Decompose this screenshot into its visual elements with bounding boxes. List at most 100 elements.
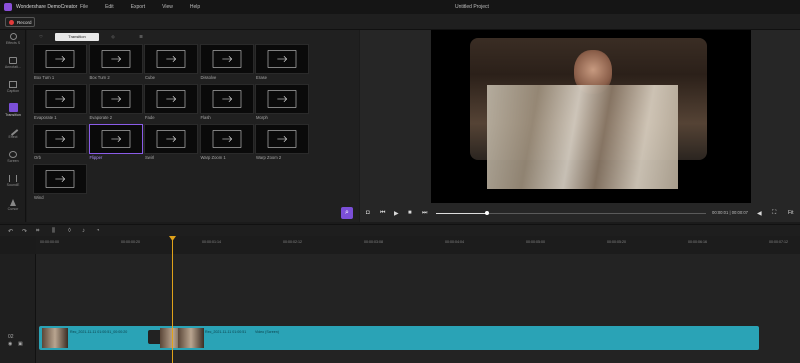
- transition-thumb-fade[interactable]: [144, 84, 198, 114]
- crop-icon[interactable]: ⌗: [36, 228, 39, 235]
- transition-preview-icon: [267, 90, 297, 108]
- zoom-icon[interactable]: ⌕: [341, 207, 353, 219]
- sidebar-item-effect[interactable]: Effect: [0, 124, 26, 146]
- transition-thumb-orb[interactable]: [33, 124, 87, 154]
- ruler-tick-label: 00:00:02:12: [283, 240, 302, 244]
- transition-icon: [8, 103, 18, 112]
- scrubber-fill: [436, 213, 488, 214]
- transition-label: Warp Zoom 2: [256, 155, 282, 160]
- menu-file[interactable]: File: [80, 4, 88, 10]
- ruler-tick-label: 00:00:07:12: [769, 240, 788, 244]
- menu-help[interactable]: Help: [190, 4, 200, 10]
- transition-thumb-flipper[interactable]: [88, 124, 143, 154]
- transition-label: Warp Zoom 1: [200, 155, 226, 160]
- video-clip[interactable]: [39, 326, 759, 350]
- sidebar-item-label: Annotati...: [4, 65, 22, 69]
- caption-icon: [9, 81, 17, 88]
- transition-thumb-swirl[interactable]: [144, 124, 198, 154]
- transition-label: Cube: [145, 75, 156, 80]
- eye-icon[interactable]: ◉: [8, 341, 12, 347]
- sidebar-item-label: Effect: [8, 135, 18, 139]
- transition-label: Box Turn 2: [89, 75, 110, 80]
- ruler-tick-label: 00:00:01:14: [202, 240, 221, 244]
- timecode: 00:00:01 | 00:00:07: [712, 210, 749, 215]
- tab-favorites[interactable]: ♡: [27, 33, 55, 41]
- sidebar-item-label: Cursor: [7, 207, 19, 211]
- sidebar-item-label: Caption: [6, 89, 20, 93]
- mic-icon[interactable]: ♪: [82, 228, 85, 234]
- transition-thumb-box-turn-1[interactable]: [33, 44, 87, 74]
- volume-icon[interactable]: ◀: [757, 210, 762, 217]
- sound-icon: [9, 175, 17, 182]
- transition-thumb-evaporate-1[interactable]: [33, 84, 87, 114]
- annotation-icon: [9, 57, 17, 64]
- fit-icon[interactable]: Fit: [788, 210, 794, 216]
- transition-thumb-warp-zoom-2[interactable]: [255, 124, 309, 154]
- record-dot-icon: [9, 19, 14, 25]
- clip-thumbnail: [178, 328, 204, 348]
- transition-thumb-flash[interactable]: [199, 84, 254, 114]
- tab-elements[interactable]: ◇: [99, 33, 127, 41]
- transition-thumb-morph[interactable]: [255, 84, 309, 114]
- tab-list[interactable]: ☰: [127, 33, 155, 41]
- transition-label: Orb: [34, 155, 41, 160]
- transition-thumb-box-turn-2[interactable]: [88, 44, 143, 74]
- clip-label-1: Rec_2021-11-11 01:00:51_00:00:20: [70, 330, 128, 334]
- sidebar-item-cursor[interactable]: Cursor: [0, 196, 26, 218]
- sidebar-item-effects[interactable]: Effects S: [0, 30, 26, 52]
- transition-preview-icon: [101, 90, 130, 108]
- timeline-ruler[interactable]: 00:00:00:00 00:00:00:20 00:00:01:14 00:00:0…: [36, 236, 800, 254]
- stop-icon[interactable]: ■: [408, 210, 412, 216]
- split-icon[interactable]: ⫼: [52, 228, 55, 235]
- transition-label: Erase: [256, 75, 267, 80]
- sidebar-item-annotation[interactable]: Annotati...: [0, 54, 26, 76]
- sidebar-item-sound[interactable]: SoundE: [0, 172, 26, 194]
- skip-back-icon[interactable]: ⏮: [380, 210, 385, 217]
- record-button[interactable]: Record: [5, 17, 35, 27]
- undo-icon[interactable]: ↶: [8, 228, 13, 235]
- transition-thumb-dissolve[interactable]: [199, 44, 254, 74]
- playhead[interactable]: [172, 237, 173, 363]
- app-window: Wondershare DemoCreator File Edit Export…: [0, 0, 800, 363]
- ruler-tick-label: 00:00:05:00: [526, 240, 545, 244]
- transition-label: Morph: [256, 115, 268, 120]
- shield-icon[interactable]: ◊: [68, 228, 71, 234]
- lock-icon[interactable]: ▣: [18, 341, 23, 347]
- transition-thumb-evaporate-2[interactable]: [88, 84, 143, 114]
- fullscreen-icon[interactable]: ⛶: [772, 210, 776, 217]
- transition-preview-icon: [156, 130, 186, 148]
- transition-preview-icon: [101, 130, 130, 148]
- track-number: 02: [8, 334, 14, 340]
- transition-label: Fade: [145, 115, 155, 120]
- sidebar-item-transition[interactable]: Transition: [0, 100, 26, 122]
- tab-transition[interactable]: Transition: [55, 33, 99, 41]
- screenshot-icon[interactable]: ◘: [366, 210, 370, 216]
- sidebar: Effects S Annotati... Caption Transition…: [0, 30, 26, 222]
- library-tabs: ♡ Transition ◇ ☰: [27, 33, 359, 41]
- track-header: 02 ◉ ▣: [0, 254, 36, 363]
- transition-preview-icon: [101, 50, 130, 68]
- skip-forward-icon[interactable]: ⏭: [422, 210, 427, 217]
- clip-thumbnail: [42, 328, 68, 348]
- menu-edit[interactable]: Edit: [105, 4, 114, 10]
- transition-preview-icon: [156, 90, 186, 108]
- sidebar-item-caption[interactable]: Caption: [0, 78, 26, 100]
- transition-thumb-wind[interactable]: [33, 164, 87, 194]
- ruler-tick-label: 00:00:00:20: [121, 240, 140, 244]
- menu-export[interactable]: Export: [131, 4, 145, 10]
- transition-preview-icon: [267, 50, 297, 68]
- record-label: Record: [17, 19, 32, 25]
- transition-thumb-cube[interactable]: [144, 44, 198, 74]
- sidebar-item-screen[interactable]: Screen: [0, 148, 26, 170]
- ruler-tick-label: 00:00:04:04: [445, 240, 464, 244]
- transition-label: Flipper: [89, 155, 103, 160]
- speed-icon[interactable]: ◔: [96, 228, 100, 234]
- transition-thumb-warp-zoom-1[interactable]: [199, 124, 254, 154]
- effects-icon: [9, 33, 17, 40]
- play-icon[interactable]: ▶: [394, 210, 399, 217]
- menu-view[interactable]: View: [162, 4, 173, 10]
- redo-icon[interactable]: ↷: [22, 228, 27, 235]
- record-bar: Record: [0, 14, 800, 30]
- transition-thumb-erase[interactable]: [255, 44, 309, 74]
- clip-label-2: Rec_2021-11-11 01:00:51: [205, 330, 247, 334]
